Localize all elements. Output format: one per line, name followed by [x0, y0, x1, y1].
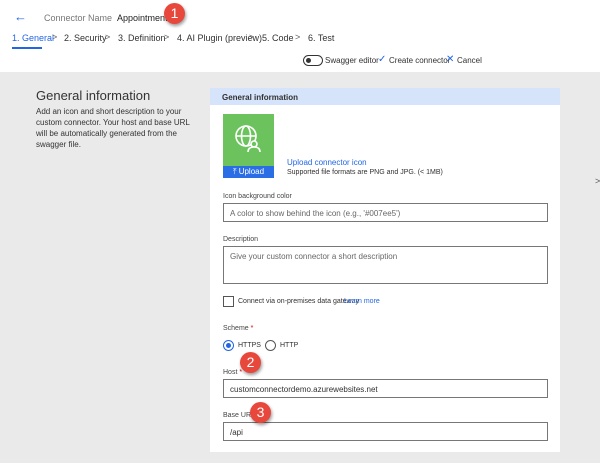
- radio-http[interactable]: [265, 340, 276, 351]
- close-icon: ✕: [446, 54, 455, 65]
- description-label: Description: [223, 236, 259, 243]
- connector-name[interactable]: Appointment: [117, 13, 168, 23]
- section-description: Add an icon and short description to you…: [36, 107, 190, 149]
- learn-more-link[interactable]: Learn more: [344, 298, 380, 305]
- gateway-label: Connect via on-premises data gateway: [238, 298, 360, 305]
- globe-person-icon: [235, 125, 261, 153]
- callout-badge-3: 3: [250, 402, 271, 423]
- swagger-editor-label: Swagger editor: [325, 56, 379, 65]
- gateway-checkbox[interactable]: [223, 296, 234, 307]
- tab-definition[interactable]: 3. Definition: [118, 33, 166, 43]
- tab-general[interactable]: 1. General: [12, 33, 54, 43]
- cancel-button[interactable]: Cancel: [457, 56, 482, 65]
- active-tab-underline: [12, 47, 42, 49]
- base-url-input[interactable]: /api: [223, 422, 548, 441]
- callout-badge-1: 1: [164, 3, 185, 24]
- back-arrow-icon[interactable]: ←: [14, 9, 27, 24]
- host-input[interactable]: customconnectordemo.azurewebsites.net: [223, 379, 548, 398]
- description-textarea[interactable]: Give your custom connector a short descr…: [223, 246, 548, 284]
- connector-icon-tile[interactable]: ⤒ Upload: [223, 114, 274, 178]
- upload-hint: Supported file formats are PNG and JPG. …: [287, 169, 443, 176]
- chevron-right-icon: >: [105, 32, 111, 42]
- tab-security[interactable]: 2. Security: [64, 33, 107, 43]
- scheme-label: Scheme *: [223, 325, 254, 332]
- chevron-right-icon: >: [249, 32, 255, 42]
- radio-http-label: HTTP: [280, 342, 299, 349]
- cursor-icon: >: [595, 176, 600, 186]
- general-info-card: General information ⤒ Upload Upload conn…: [210, 88, 560, 452]
- tab-code[interactable]: 5. Code: [262, 33, 294, 43]
- connector-name-label: Connector Name: [44, 13, 113, 23]
- icon-bg-label: Icon background color: [223, 193, 292, 200]
- host-label: Host *: [223, 369, 243, 376]
- swagger-editor-toggle[interactable]: [303, 55, 323, 66]
- chevron-right-icon: >: [52, 32, 58, 42]
- card-title: General information: [210, 88, 560, 105]
- upload-button[interactable]: ⤒ Upload: [223, 166, 274, 178]
- checkmark-icon: ✓: [378, 54, 387, 65]
- radio-https-label: HTTPS: [238, 342, 261, 349]
- tab-test[interactable]: 6. Test: [308, 33, 334, 43]
- callout-badge-2: 2: [240, 352, 261, 373]
- radio-https[interactable]: [223, 340, 234, 351]
- create-connector-button[interactable]: Create connector: [389, 56, 450, 65]
- section-title: General information: [36, 88, 151, 103]
- upload-connector-icon-link[interactable]: Upload connector icon: [287, 158, 367, 167]
- chevron-right-icon: >: [164, 32, 170, 42]
- icon-bg-color-input[interactable]: A color to show behind the icon (e.g., '…: [223, 203, 548, 222]
- chevron-right-icon: >: [295, 32, 301, 42]
